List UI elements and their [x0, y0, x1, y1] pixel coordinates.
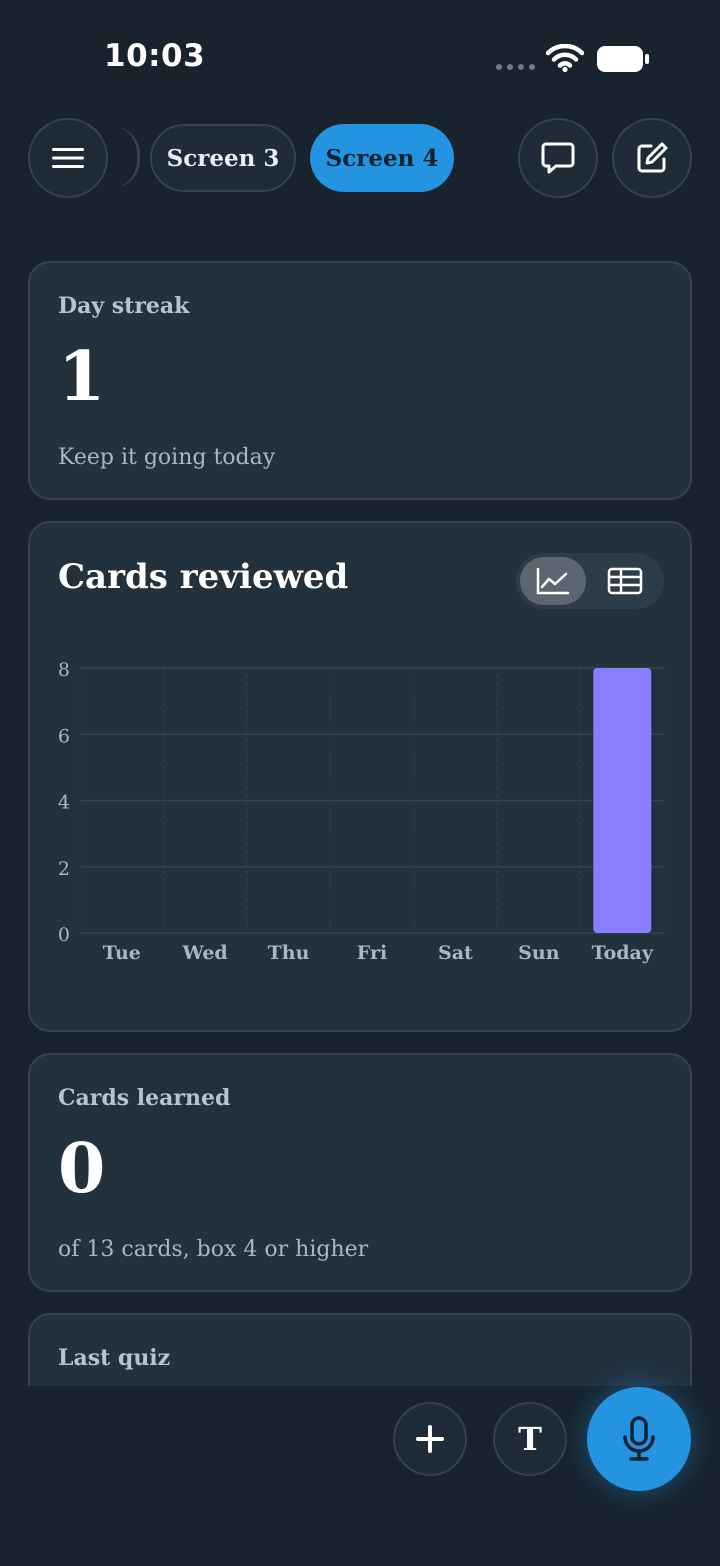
last-quiz-label: Last quiz: [58, 1345, 171, 1371]
x-tick-label: Tue: [103, 942, 141, 964]
cards-reviewed-chart: 0 2 4 6 8 Tue Wed Thu Fri Sat Sun Today: [58, 659, 665, 964]
day-streak-label: Day streak: [58, 293, 190, 319]
chat-bubble-icon: [541, 142, 575, 174]
microphone-button[interactable]: [587, 1387, 691, 1491]
edit-icon: [637, 142, 668, 173]
view-toggle: [516, 553, 664, 609]
tab-scroll-hint: [112, 126, 140, 188]
tab-screen-4[interactable]: Screen 4: [310, 124, 454, 192]
day-streak-value: 1: [58, 337, 106, 417]
add-button[interactable]: [393, 1402, 467, 1476]
x-tick-label: Thu: [268, 942, 310, 964]
bar-today: [593, 668, 652, 933]
y-tick-label: 8: [58, 659, 70, 681]
cards-reviewed-card: Cards reviewed 0 2 4 6 8 Tue Wed Thu Fri Sat Sun To…: [28, 521, 692, 1032]
cellular-signal-icon: [496, 64, 535, 70]
y-tick-label: 0: [58, 924, 70, 946]
x-tick-label: Sun: [518, 942, 560, 964]
battery-icon: [597, 46, 649, 72]
plus-icon: [416, 1425, 444, 1453]
tab-screen-3[interactable]: Screen 3: [150, 124, 296, 192]
microphone-icon: [623, 1416, 655, 1461]
cards-learned-card: Cards learned 0 of 13 cards, box 4 or hi…: [28, 1053, 692, 1292]
chart-view-button[interactable]: [520, 557, 586, 605]
y-tick-label: 2: [58, 858, 70, 880]
x-tick-label: Wed: [182, 942, 228, 964]
y-tick-label: 6: [58, 725, 70, 747]
status-time: 10:03: [104, 38, 206, 74]
x-tick-label: Today: [592, 942, 654, 964]
edit-button[interactable]: [612, 118, 692, 198]
menu-button[interactable]: [28, 118, 108, 198]
table-icon: [607, 567, 643, 595]
y-tick-label: 4: [58, 792, 70, 814]
text-button[interactable]: T: [493, 1402, 567, 1476]
x-tick-label: Fri: [357, 942, 387, 964]
x-tick-label: Sat: [438, 942, 473, 964]
cards-learned-label: Cards learned: [58, 1085, 231, 1111]
line-chart-icon: [536, 567, 570, 595]
table-view-button[interactable]: [592, 557, 658, 605]
wifi-icon: [546, 44, 584, 72]
status-bar: 10:03: [0, 0, 720, 110]
cards-learned-value: 0: [58, 1129, 106, 1209]
cards-learned-subtitle: of 13 cards, box 4 or higher: [58, 1237, 369, 1262]
day-streak-subtitle: Keep it going today: [58, 445, 276, 470]
day-streak-card: Day streak 1 Keep it going today: [28, 261, 692, 500]
cards-reviewed-title: Cards reviewed: [58, 557, 349, 597]
hamburger-icon: [52, 148, 84, 168]
chat-button[interactable]: [518, 118, 598, 198]
